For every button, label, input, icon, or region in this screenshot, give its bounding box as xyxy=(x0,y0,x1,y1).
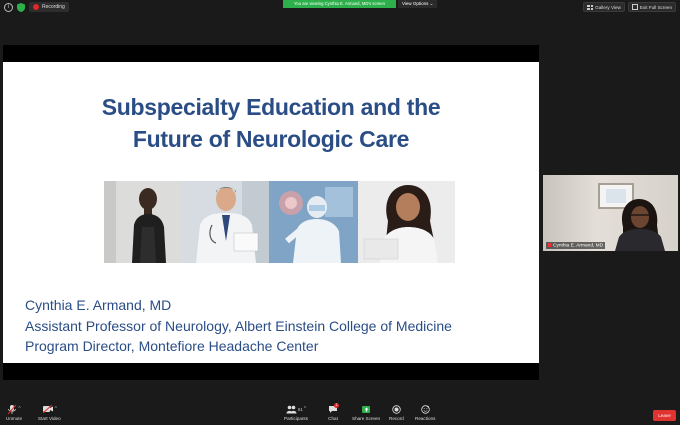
shield-icon[interactable] xyxy=(17,2,25,12)
participant-name: Cynthia E. Armand, MD xyxy=(553,243,604,248)
participants-label: Participants xyxy=(284,416,309,421)
chevron-up-icon[interactable]: ^ xyxy=(55,406,57,412)
info-icon[interactable]: i xyxy=(4,2,13,12)
muted-mic-icon xyxy=(548,242,551,247)
participants-count: 61 xyxy=(297,406,303,412)
unmute-label: Unmute xyxy=(6,416,23,421)
meeting-toolbar: ^ Unmute ^ Start Video 61 ^ Participants… xyxy=(0,403,680,425)
presenter-name: Cynthia E. Armand, MD xyxy=(25,297,172,313)
top-left-status: i Recording xyxy=(4,2,69,12)
chevron-up-icon[interactable]: ^ xyxy=(18,406,20,412)
gallery-view-button[interactable]: Gallery View xyxy=(583,2,625,12)
shared-screen: Subspecialty Education and the Future of… xyxy=(3,45,539,380)
microphone-muted-icon xyxy=(7,404,17,414)
participant-name-label: Cynthia E. Armand, MD xyxy=(546,241,606,249)
chat-button[interactable]: 1 Chat xyxy=(328,403,340,421)
record-label: Record xyxy=(389,416,404,421)
photo-woman-doctor xyxy=(104,181,182,263)
share-screen-label: Share Screen xyxy=(352,416,381,421)
smiley-reactions-icon xyxy=(421,404,430,414)
participants-button[interactable]: 61 ^ Participants xyxy=(284,403,308,421)
zoom-meeting-window: i Recording You are viewing Cynthia E. A… xyxy=(0,0,680,425)
chat-unread-badge: 1 xyxy=(334,403,340,408)
record-icon xyxy=(392,404,401,414)
presenter-title-1: Assistant Professor of Neurology, Albert… xyxy=(25,317,452,334)
slide-title-line1: Subspecialty Education and the xyxy=(101,94,441,120)
photo-lab-scientist xyxy=(269,181,358,263)
exit-full-screen-button[interactable]: Exit Full Screen xyxy=(627,2,676,12)
unmute-button[interactable]: ^ Unmute xyxy=(6,403,22,421)
leave-button[interactable]: Leave xyxy=(653,410,676,421)
presenter-info: Cynthia E. Armand, MD Assistant Professo… xyxy=(25,295,452,357)
exit-full-screen-label: Exit Full Screen xyxy=(639,4,672,10)
viewing-screen-banner: You are viewing Cynthia E. Armand, MD's … xyxy=(283,0,396,8)
recording-indicator[interactable]: Recording xyxy=(29,2,69,12)
chat-label: Chat xyxy=(328,416,338,421)
photo-smiling-woman xyxy=(358,181,455,263)
top-right-controls: Gallery View Exit Full Screen xyxy=(583,2,676,12)
slide-title-line2: Future of Neurologic Care xyxy=(132,126,410,152)
reactions-button[interactable]: Reactions xyxy=(415,403,435,421)
start-video-button[interactable]: ^ Start Video xyxy=(38,403,61,421)
exit-full-screen-icon xyxy=(631,4,638,10)
record-button[interactable]: Record xyxy=(389,403,404,421)
participant-person-image xyxy=(615,199,665,251)
reactions-label: Reactions xyxy=(415,416,436,421)
slide-title: Subspecialty Education and the Future of… xyxy=(3,91,539,155)
photo-male-doctor xyxy=(182,181,269,263)
presenter-title-2: Program Director, Montefiore Headache Ce… xyxy=(25,338,319,354)
recording-dot-icon xyxy=(33,4,39,10)
share-screen-button[interactable]: Share Screen xyxy=(352,403,380,421)
presentation-slide: Subspecialty Education and the Future of… xyxy=(3,62,539,363)
gallery-view-label: Gallery View xyxy=(595,4,621,10)
view-options-button[interactable]: View Options ⌄ xyxy=(398,0,438,8)
participants-icon xyxy=(286,405,297,413)
slide-photo-strip xyxy=(104,181,455,263)
top-bar: i Recording You are viewing Cynthia E. A… xyxy=(0,0,680,14)
start-video-label: Start Video xyxy=(38,416,61,421)
recording-label: Recording xyxy=(42,4,65,10)
grid-icon xyxy=(587,4,594,10)
video-camera-off-icon xyxy=(42,404,53,414)
participant-video-thumbnail[interactable]: Cynthia E. Armand, MD xyxy=(543,175,678,251)
share-screen-icon xyxy=(362,405,371,413)
chevron-up-icon[interactable]: ^ xyxy=(304,406,306,412)
